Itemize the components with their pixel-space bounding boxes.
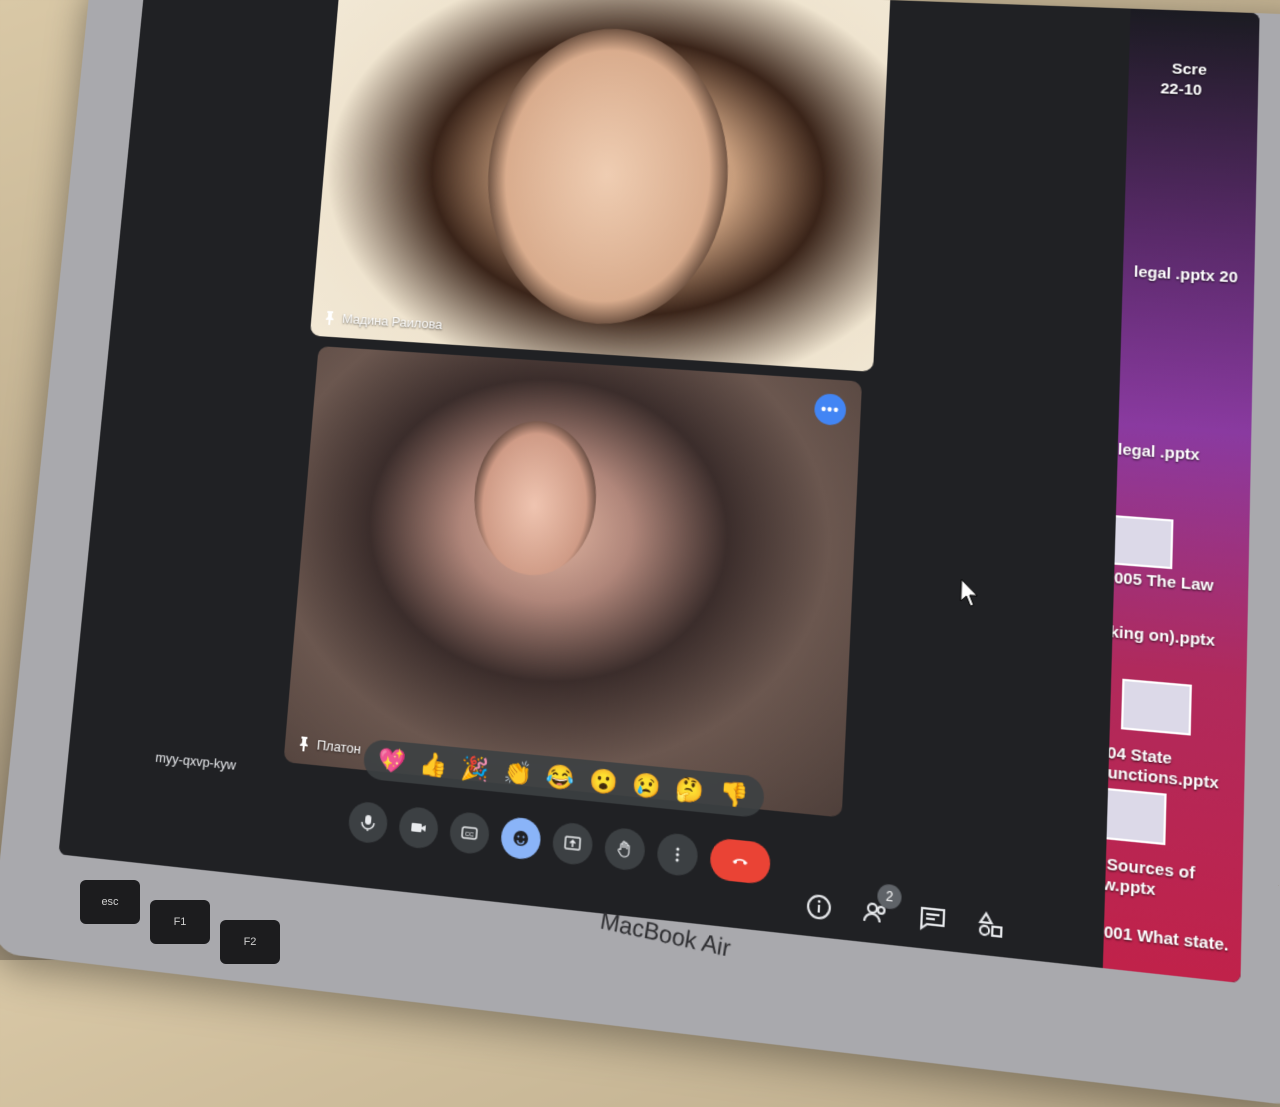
participant-video [477,24,736,332]
emoji-icon [513,830,529,847]
reaction-thinking[interactable]: 🤔 [675,775,705,806]
more-vert-icon [675,847,680,862]
meet-window: Мадина Раилова ••• Платон myy-qxvp-kyw 💖… [58,0,1131,969]
info-button[interactable] [804,891,834,923]
camera-button[interactable] [397,805,440,851]
f1-key: F1 [150,900,210,944]
desktop-file[interactable]: 005 The Law [1114,569,1237,598]
present-icon [563,833,583,854]
file-thumbnail [1120,678,1192,736]
participant-label: Мадина Раилова [324,310,443,332]
mic-button[interactable] [347,800,389,845]
pin-icon[interactable] [324,310,335,325]
reaction-party[interactable]: 🎉 [461,754,491,784]
desktop-file[interactable]: 22-10 [1160,80,1259,105]
captions-button[interactable]: CC [448,810,491,856]
desktop-file[interactable]: legal .pptx [1118,441,1240,469]
reaction-sad[interactable]: 😢 [632,771,662,802]
people-button[interactable]: 2 [861,883,903,929]
f2-key: F2 [220,920,280,964]
activities-icon [975,909,1005,941]
cc-icon: CC [460,822,480,843]
desktop-background: Scre 22-10 legal .pptx 20 legal .pptx 00… [1102,8,1260,984]
esc-key: esc [80,880,140,924]
meeting-code: myy-qxvp-kyw [154,749,237,773]
participant-video [469,417,601,581]
info-icon [804,891,834,923]
more-options-button[interactable] [656,831,699,878]
camera-icon [411,822,426,833]
mic-icon [358,814,378,833]
chat-icon [918,903,948,935]
screen: Мадина Раилова ••• Платон myy-qxvp-kyw 💖… [58,0,1260,984]
desktop-file[interactable]: 06 Sources of Law.pptx [1103,853,1231,909]
desktop-file[interactable]: naking on).pptx [1103,621,1236,653]
end-call-icon [732,858,748,866]
desktop-file[interactable]: 001 What state. [1104,923,1242,958]
reaction-surprised[interactable]: 😮 [588,767,618,798]
file-thumbnail [1102,786,1167,846]
raise-hand-button[interactable] [603,826,647,872]
reaction-laugh[interactable]: 😂 [546,762,576,793]
participant-tile[interactable]: Мадина Раилова [309,0,892,372]
participant-name: Мадина Раилова [341,310,443,333]
more-options-button[interactable]: ••• [813,392,847,427]
hand-icon [615,838,635,859]
emoji-button[interactable] [499,816,542,861]
reaction-thumbs-up[interactable]: 👍 [419,750,449,780]
desktop-file[interactable]: 004 State Functions.pptx [1103,743,1245,797]
chat-button[interactable] [918,903,948,935]
svg-text:CC: CC [465,831,474,839]
side-controls: 2 [804,883,1005,941]
end-call-button[interactable] [709,837,772,886]
mouse-cursor-icon [959,578,980,607]
reaction-heart[interactable]: 💖 [377,746,407,776]
reaction-clap[interactable]: 👏 [503,758,533,788]
pin-icon[interactable] [298,735,309,752]
keyboard: esc F1 F2 [0,860,560,980]
activities-button[interactable] [975,909,1005,941]
participant-name: Платон [316,736,362,757]
participant-label: Платон [298,735,361,757]
desktop-file[interactable]: legal .pptx 20 [1134,263,1255,288]
reaction-thumbs-down[interactable]: 👎 [719,779,750,810]
